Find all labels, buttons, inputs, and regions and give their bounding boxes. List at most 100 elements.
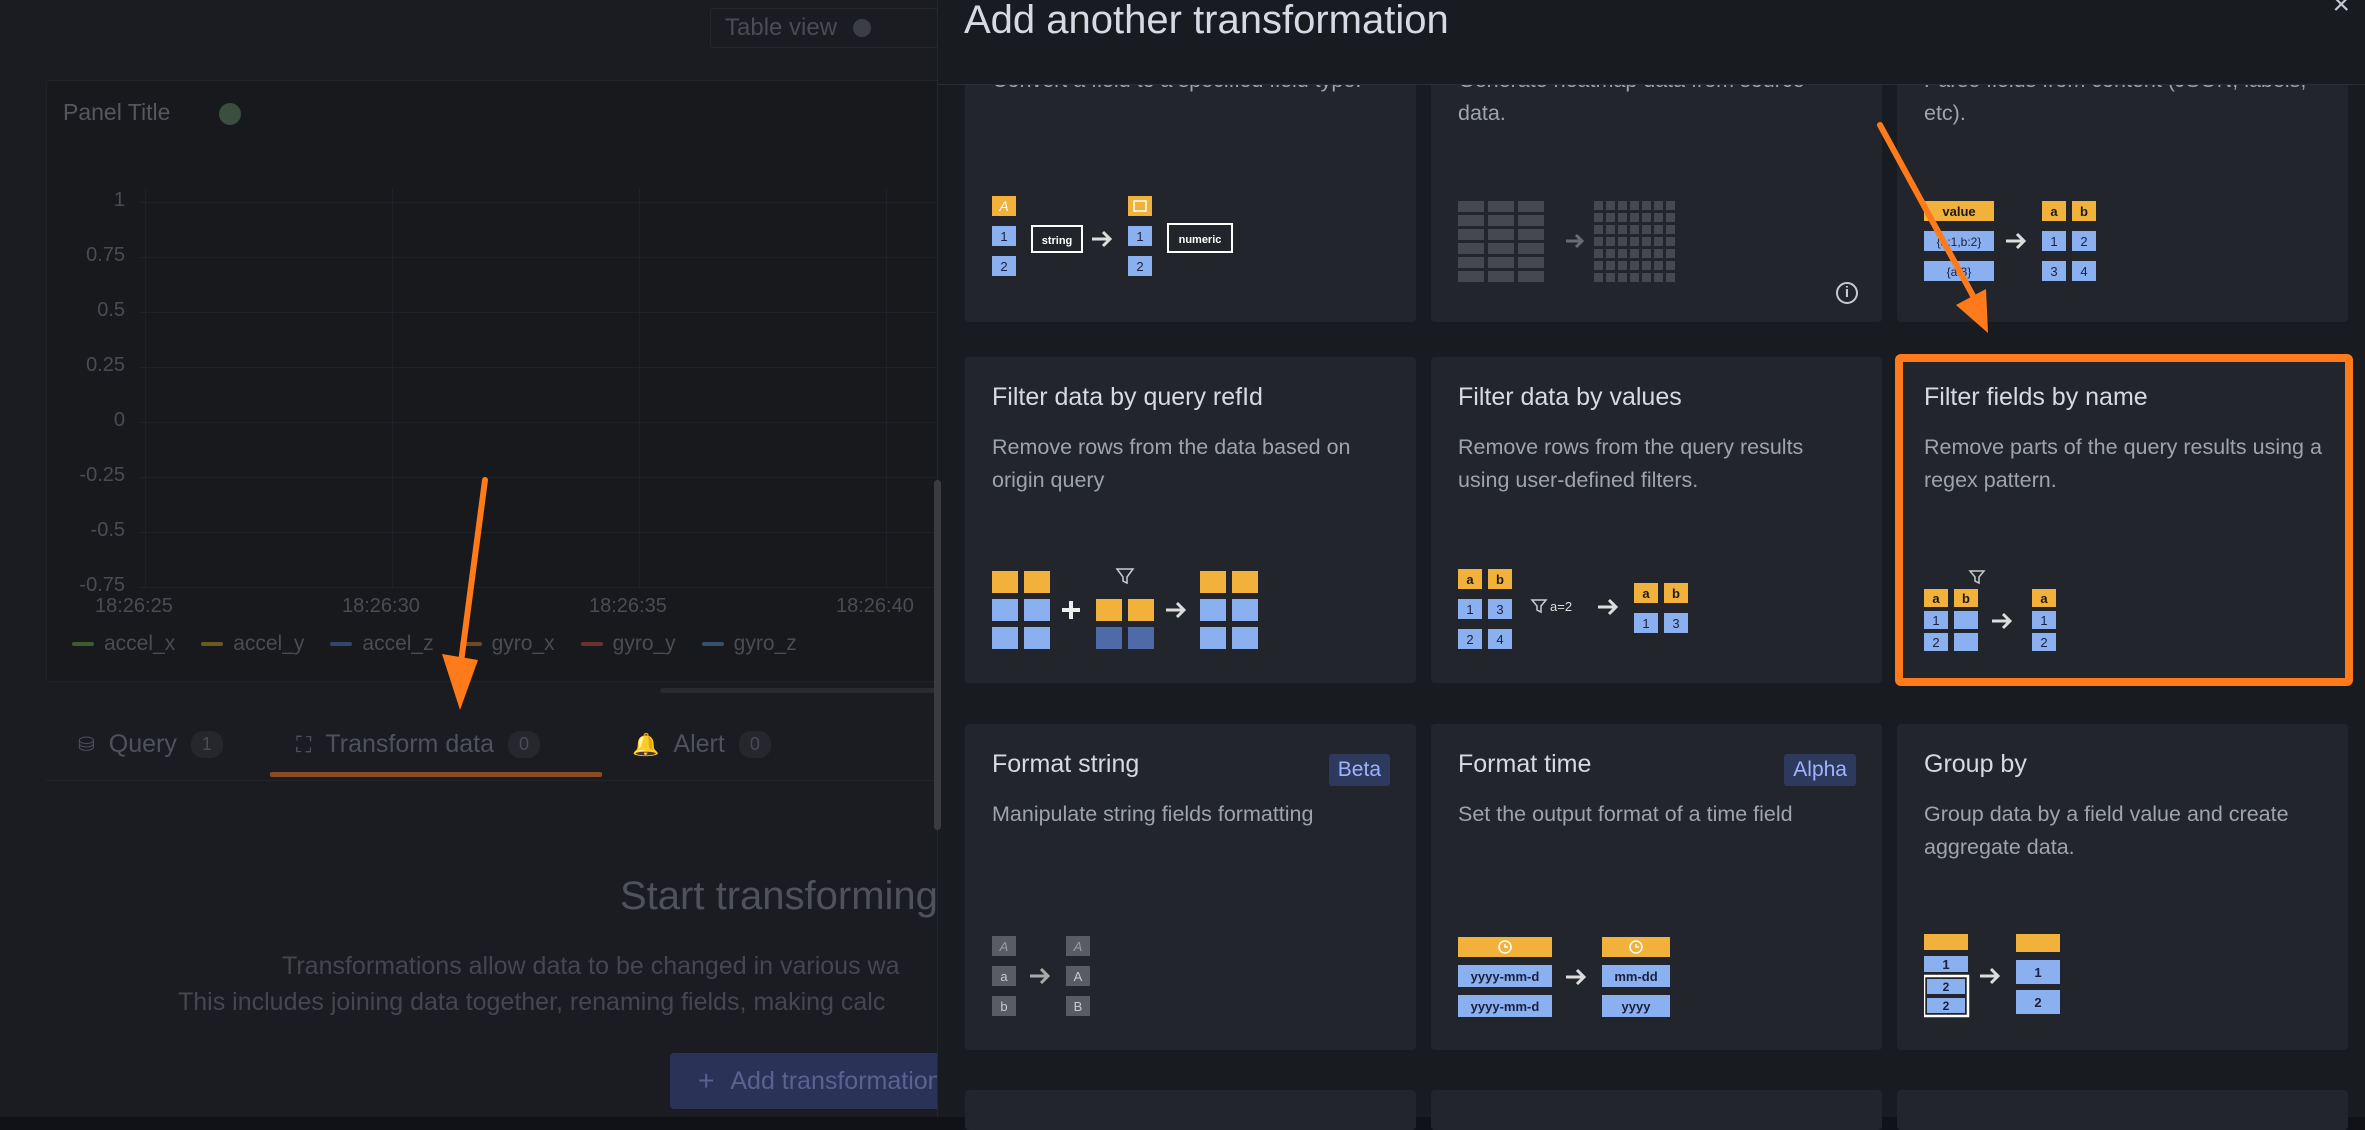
svg-text:a: a [1000,969,1008,984]
bell-icon: 🔔 [632,731,660,757]
y-tick-label: -0.25 [79,464,125,486]
empty-state-title: Start transforming [620,874,938,918]
transformation-card-filter-fields-by-name[interactable]: Filter fields by name Remove parts of th… [1897,357,2348,683]
filter-fields-by-name-illustration: a b 1 2 a 1 2 [1924,570,2056,651]
svg-text:mm-dd: mm-dd [1614,969,1657,984]
grid-line [139,312,939,313]
transformation-card-group-by[interactable]: Group by Group data by a field value and… [1897,724,2348,1050]
svg-text:B: B [1074,999,1083,1014]
grid-line [139,587,939,588]
svg-text:1: 1 [1642,616,1649,631]
svg-text:2: 2 [2034,995,2041,1010]
empty-state-description-2: This includes joining data together, ren… [178,988,886,1016]
toggle-switch[interactable] [853,19,872,37]
svg-text:1: 1 [2034,965,2041,980]
add-transformation-label: Add transformation [730,1066,942,1095]
card-title: Filter fields by name [1924,383,2148,411]
svg-text:1: 1 [1000,229,1007,244]
panel-preview: Panel Title 1 0.75 0.5 0.25 0 -0.25 -0.5 -0.75 … [46,80,942,682]
close-icon[interactable]: × [2332,0,2350,22]
transformation-card-filter-by-refid[interactable]: Filter data by query refId Remove rows f… [965,357,1416,683]
transformation-card-format-string[interactable]: Format string Beta Manipulate string fie… [965,724,1416,1050]
alpha-badge: Alpha [1784,754,1856,786]
card-title: Format string [992,750,1140,778]
legend-item[interactable]: gyro_z [701,632,797,656]
heatmap-illustration [1458,201,1675,282]
grid-line [139,367,939,368]
legend-item[interactable]: accel_y [201,632,304,656]
svg-text:2: 2 [1136,259,1143,274]
grid-line [392,189,393,589]
format-time-illustration: yyyy-mm-d yyyy-mm-d mm-dd yyyy [1458,937,1670,1017]
vertical-scrollbar[interactable] [934,480,941,830]
legend-label: gyro_y [612,632,676,655]
active-tab-indicator [270,772,602,777]
card-description: Remove rows from the query results using… [1458,435,1804,492]
svg-text:2: 2 [1943,980,1950,994]
svg-text:4: 4 [1496,632,1503,647]
svg-text:A: A [999,939,1009,954]
grid-line [139,532,939,533]
tab-alert-label: Alert [673,730,725,758]
svg-text:2: 2 [1000,259,1007,274]
card-description: Remove parts of the query results using … [1924,435,2322,492]
convert-field-type-illustration: A 1 2 string 1 2 numeric [992,196,1233,276]
legend-swatch [580,642,603,646]
tab-alert[interactable]: 🔔 Alert 0 [632,730,771,759]
svg-text:b: b [2080,204,2088,219]
legend-item[interactable]: accel_z [330,632,434,656]
card-description: Remove rows from the data based on origi… [992,435,1351,492]
grid-line [139,477,939,478]
svg-text:3: 3 [1496,602,1503,617]
legend-swatch [201,642,224,646]
svg-text:1: 1 [1136,229,1143,244]
svg-text:a: a [1466,572,1474,587]
legend-item[interactable]: accel_x [72,632,175,656]
y-tick-label: 1 [113,189,125,211]
svg-text:2: 2 [1932,635,1939,650]
svg-text:1: 1 [2040,613,2047,628]
tab-transform-data[interactable]: ⛶ Transform data 0 [296,730,541,759]
svg-text:4: 4 [2080,264,2087,279]
svg-text:3: 3 [2050,264,2057,279]
svg-text:yyyy: yyyy [1622,999,1652,1014]
grid-line [139,422,939,423]
svg-text:a: a [1932,591,1940,606]
svg-text:2: 2 [2040,635,2047,650]
table-view-toggle[interactable]: Table view [710,8,950,48]
grid-line [886,189,887,589]
y-tick-label: 0.75 [86,244,125,266]
svg-text:1: 1 [1466,602,1473,617]
horizontal-scrollbar[interactable] [660,688,940,693]
card-title: Group by [1924,750,2027,778]
add-transformation-button[interactable]: + Add transformation [670,1053,970,1109]
svg-text:yyyy-mm-d: yyyy-mm-d [1471,999,1540,1014]
transformation-card-format-time[interactable]: Format time Alpha Set the output format … [1431,724,1882,1050]
x-tick-label: 18:26:30 [342,595,420,617]
svg-text:value: value [1942,204,1975,219]
tab-transform-count: 0 [508,731,541,758]
transformation-card-next-2[interactable] [1431,1090,1882,1130]
x-tick-label: 18:26:25 [95,595,173,617]
beta-badge: Beta [1328,754,1390,786]
transformation-card-next-1[interactable] [965,1090,1416,1130]
drawer-header: Add another transformation × [938,0,2365,85]
card-title: Filter data by values [1458,383,1682,411]
empty-state-description-1: Transformations allow data to be changed… [282,952,900,980]
svg-text:A: A [998,198,1008,214]
transformation-card-next-3[interactable] [1897,1090,2348,1130]
tab-transform-label: Transform data [325,730,494,758]
dashboard-editor-background: Table view Panel Title 1 0.75 0.5 0.25 0 -0.2… [0,0,970,1117]
info-icon[interactable]: i [1836,282,1858,304]
legend-swatch [330,642,353,646]
format-string-illustration: A a b A A B [992,936,1090,1016]
tab-query[interactable]: ⛁ Query 1 [78,730,223,759]
legend-item[interactable]: gyro_y [580,632,676,656]
legend-swatch [459,642,482,646]
transformation-card-filter-by-values[interactable]: Filter data by values Remove rows from t… [1431,357,1882,683]
legend-item[interactable]: gyro_x [459,632,555,656]
svg-text:{a:3}: {a:3} [1947,265,1972,279]
add-transformation-drawer: Add another transformation × Convert a f… [934,0,2365,1130]
card-description: Set the output format of a time field [1458,802,1793,826]
grid-line [139,202,939,203]
